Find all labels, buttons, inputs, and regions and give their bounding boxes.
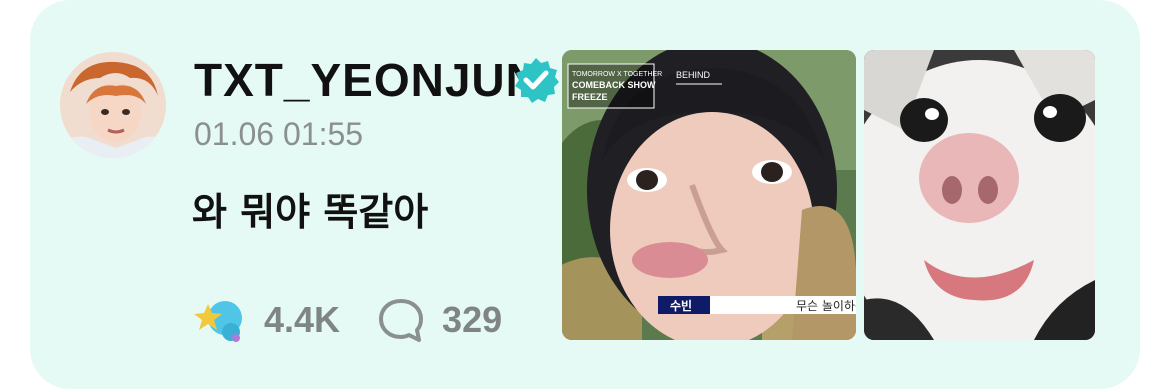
video-overlay-behind: BEHIND	[676, 70, 711, 80]
caption-name: 수빈	[670, 298, 692, 313]
video-screenshot-image: TOMORROW X TOGETHER COMEBACK SHOW FREEZE…	[562, 50, 856, 340]
comment-bubble-icon[interactable]	[376, 295, 426, 345]
caption-text: 무슨 놀이하는	[796, 299, 856, 313]
video-overlay-line1: TOMORROW X TOGETHER	[572, 71, 662, 78]
avatar-image	[60, 52, 166, 158]
post-text: 와 뭐야 똑같아	[192, 190, 429, 234]
comment-count: 329	[442, 299, 503, 340]
username[interactable]: TXT_YEONJUN	[194, 52, 540, 108]
cat-photo-image	[864, 50, 1095, 340]
star-reaction-icon[interactable]	[192, 292, 248, 348]
like-count: 4.4K	[264, 299, 341, 340]
verified-badge-icon	[515, 58, 559, 103]
post-actions: 4.4K 329	[192, 292, 502, 348]
video-overlay-line2: COMEBACK SHOW	[572, 80, 656, 90]
media-thumbnail-1[interactable]: TOMORROW X TOGETHER COMEBACK SHOW FREEZE…	[562, 50, 856, 340]
media-thumbnail-2[interactable]	[864, 50, 1095, 340]
video-overlay-line3: FREEZE	[572, 92, 608, 102]
post-timestamp: 01.06 01:55	[194, 116, 364, 152]
avatar[interactable]	[60, 52, 166, 158]
